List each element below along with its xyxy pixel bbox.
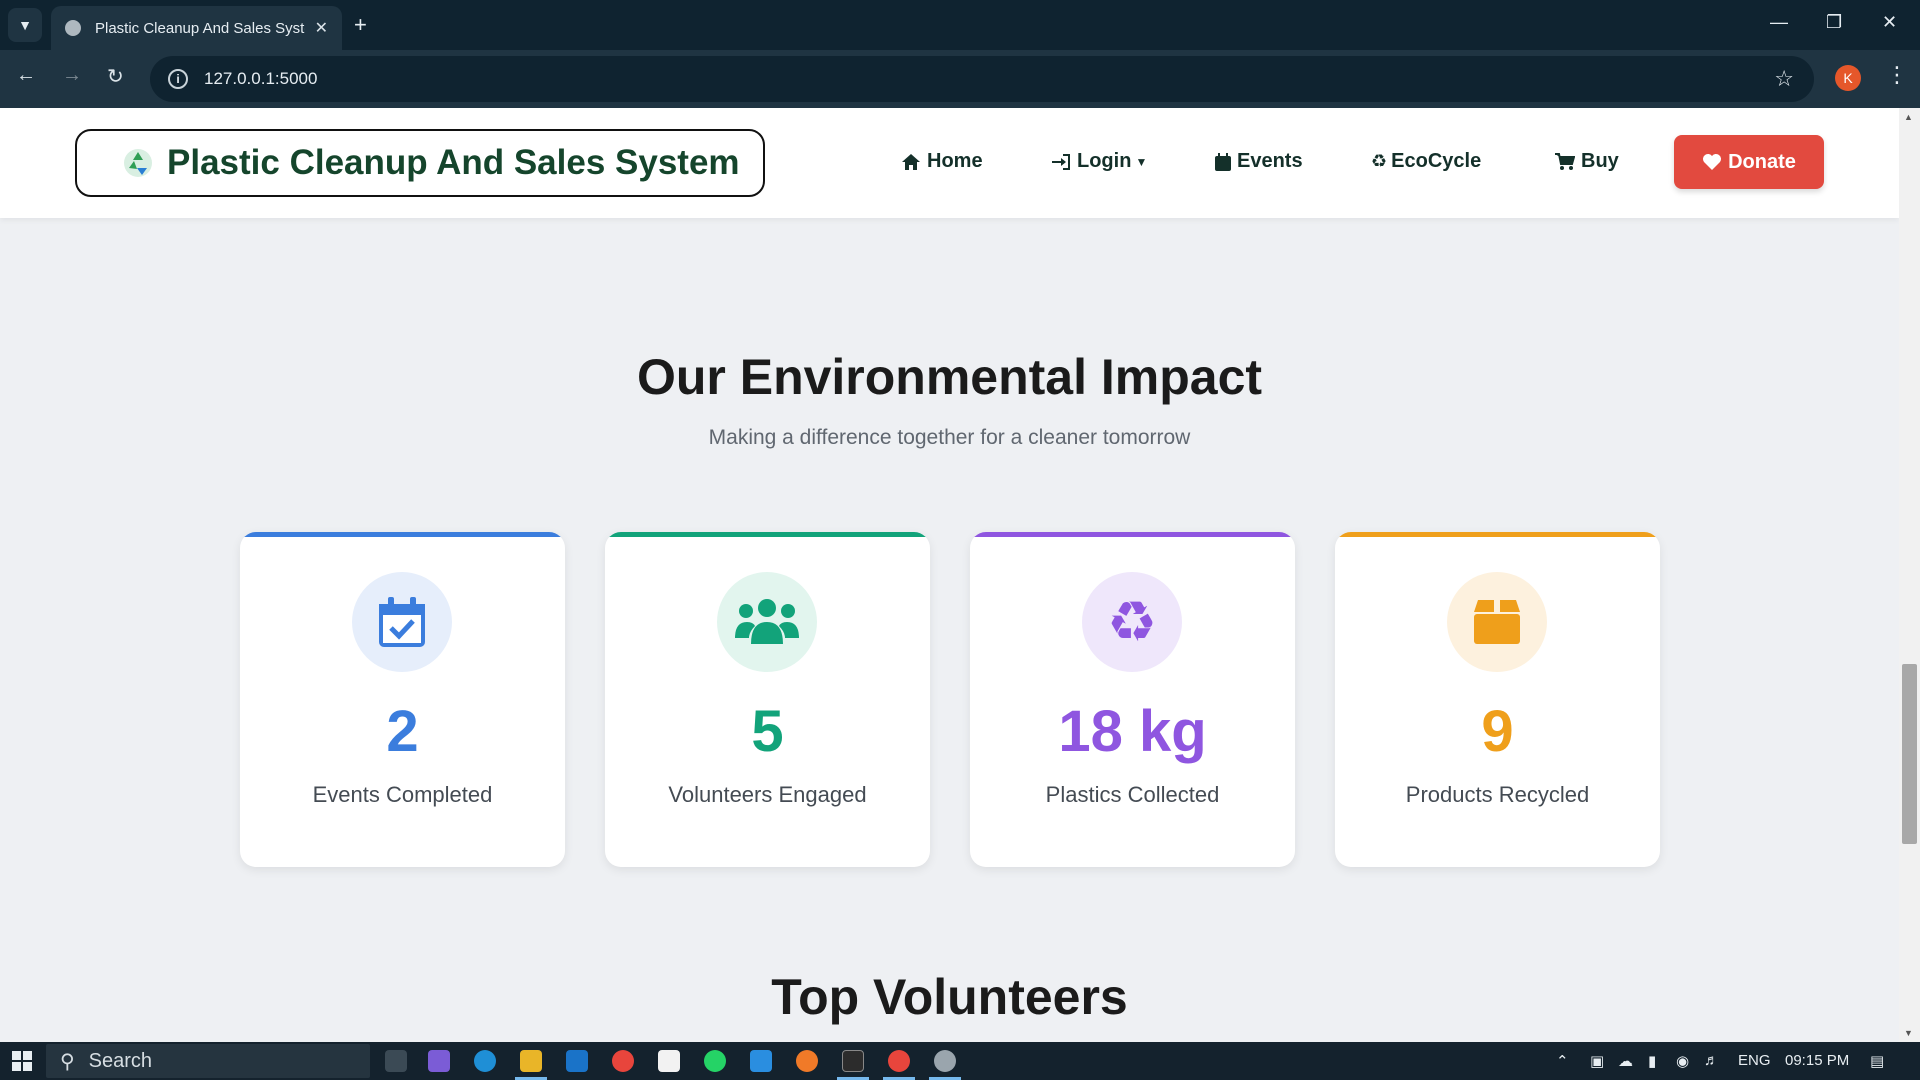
recycle-icon: ♻ — [1371, 151, 1388, 171]
home-icon — [902, 153, 920, 170]
os-taskbar: ⚲ Search ⌃ ▣ ☁ ▮ ◉ ♬ ENG 09:15 PM ▤ — [0, 1042, 1920, 1080]
card-accent-bar — [1335, 532, 1660, 537]
stat-label: Plastics Collected — [1045, 782, 1220, 807]
recycle-logo-icon — [124, 149, 152, 177]
vscode-icon[interactable] — [750, 1050, 772, 1072]
stat-card-plastics: ♻ 18 kg Plastics Collected — [970, 532, 1295, 867]
browser-toolbar: ← → ↻ i 127.0.0.1:5000 ☆ K ⋮ — [0, 50, 1920, 108]
url-text: 127.0.0.1:5000 — [204, 69, 318, 88]
nav-home-label: Home — [927, 150, 983, 172]
outlook-icon[interactable] — [566, 1050, 588, 1072]
nav-login[interactable]: Login ▼ — [1051, 150, 1147, 173]
nav-events[interactable]: Events — [1215, 150, 1303, 173]
store-icon[interactable] — [658, 1050, 680, 1072]
stat-label: Events Completed — [312, 782, 493, 807]
nav-events-label: Events — [1237, 150, 1303, 172]
search-icon: ⚲ — [60, 1050, 75, 1073]
terminal-icon[interactable] — [842, 1050, 864, 1072]
reload-button[interactable]: ↻ — [107, 64, 124, 89]
network-icon[interactable]: ◉ — [1676, 1052, 1689, 1070]
chrome-icon[interactable] — [612, 1050, 634, 1072]
back-button[interactable]: ← — [16, 64, 36, 87]
firefox-icon[interactable] — [796, 1050, 818, 1072]
stat-label: Products Recycled — [1405, 782, 1590, 807]
restore-button[interactable]: ❐ — [1826, 12, 1842, 33]
globe-icon — [65, 20, 81, 36]
address-bar[interactable]: i 127.0.0.1:5000 ☆ — [150, 56, 1814, 102]
site-header: Plastic Cleanup And Sales System Home Lo… — [0, 108, 1899, 218]
scroll-down-icon[interactable]: ▼ — [1904, 1028, 1913, 1038]
page-viewport: Plastic Cleanup And Sales System Home Lo… — [0, 108, 1920, 1042]
nav-login-label: Login — [1077, 150, 1132, 172]
browser-menu-icon[interactable]: ⋮ — [1886, 62, 1908, 88]
forward-button[interactable]: → — [62, 64, 82, 87]
calendar-check-icon — [352, 572, 452, 672]
recycle-icon: ♻ — [1082, 572, 1182, 672]
card-accent-bar — [970, 532, 1295, 537]
volume-icon[interactable]: ♬ — [1704, 1052, 1719, 1069]
task-view-icon[interactable] — [385, 1050, 407, 1072]
clock[interactable]: 09:15 PM — [1785, 1052, 1849, 1069]
profile-avatar[interactable]: K — [1835, 65, 1861, 91]
stat-card-events: 2 Events Completed — [240, 532, 565, 867]
stat-label: Volunteers Engaged — [668, 782, 867, 807]
box-icon — [1447, 572, 1547, 672]
calendar-icon — [1215, 152, 1231, 171]
sign-in-icon — [1052, 153, 1070, 170]
taskbar-search[interactable]: ⚲ Search — [46, 1044, 370, 1078]
volunteers-title: Top Volunteers — [771, 969, 1128, 1025]
stat-card-volunteers: 5 Volunteers Engaged — [605, 532, 930, 867]
donate-label: Donate — [1728, 150, 1796, 173]
scrollbar-thumb[interactable] — [1902, 664, 1917, 844]
stat-value: 5 — [751, 699, 784, 764]
users-icon — [717, 572, 817, 672]
new-tab-button[interactable]: + — [354, 12, 367, 38]
page-scrollbar[interactable]: ▲ ▼ — [1899, 108, 1920, 1042]
file-explorer-icon[interactable] — [520, 1050, 542, 1072]
card-accent-bar — [605, 532, 930, 537]
site-title: Plastic Cleanup And Sales System — [167, 143, 740, 182]
stat-value: 2 — [386, 699, 419, 764]
stat-value: 9 — [1481, 699, 1514, 764]
caret-down-icon: ▼ — [1135, 154, 1148, 169]
language-indicator[interactable]: ENG — [1738, 1052, 1771, 1069]
bookmark-star-icon[interactable]: ☆ — [1774, 66, 1794, 92]
browser-titlebar: ▼ Plastic Cleanup And Sales System ✕ + —… — [0, 0, 1920, 50]
browser-tab[interactable]: Plastic Cleanup And Sales System ✕ — [51, 6, 342, 50]
notifications-icon[interactable]: ▤ — [1870, 1052, 1884, 1070]
windows-start-icon[interactable] — [12, 1051, 32, 1071]
stat-value: 18 kg — [1058, 699, 1207, 764]
nav-ecocycle[interactable]: ♻ EcoCycle — [1371, 150, 1481, 173]
cart-icon — [1555, 152, 1575, 170]
chrome-active-icon[interactable] — [888, 1050, 910, 1072]
tray-chevron-icon[interactable]: ⌃ — [1556, 1052, 1569, 1070]
nav-ecocycle-label: EcoCycle — [1391, 150, 1482, 172]
battery-icon[interactable]: ▮ — [1648, 1052, 1656, 1070]
nav-buy[interactable]: Buy — [1555, 150, 1619, 173]
onedrive-icon[interactable]: ☁ — [1618, 1052, 1633, 1070]
close-tab-icon[interactable]: ✕ — [315, 18, 328, 38]
edge-icon[interactable] — [474, 1050, 496, 1072]
meet-now-icon[interactable]: ▣ — [1590, 1052, 1604, 1070]
donate-button[interactable]: Donate — [1674, 135, 1824, 189]
nav-buy-label: Buy — [1581, 150, 1619, 172]
close-window-button[interactable]: ✕ — [1882, 12, 1897, 33]
tab-title: Plastic Cleanup And Sales System — [95, 19, 305, 37]
copilot-icon[interactable] — [428, 1050, 450, 1072]
whatsapp-icon[interactable] — [704, 1050, 726, 1072]
minimize-button[interactable]: — — [1770, 12, 1788, 33]
taskbar-search-label: Search — [88, 1049, 153, 1072]
app-icon[interactable] — [934, 1050, 956, 1072]
scroll-up-icon[interactable]: ▲ — [1904, 112, 1913, 122]
brand-logo-box[interactable]: Plastic Cleanup And Sales System — [75, 129, 765, 197]
impact-title: Our Environmental Impact — [636, 349, 1263, 405]
heart-icon — [1703, 154, 1722, 170]
tab-search-button[interactable]: ▼ — [8, 8, 42, 42]
nav-home[interactable]: Home — [901, 150, 983, 173]
site-info-icon[interactable]: i — [168, 69, 188, 89]
impact-subtitle: Making a difference together for a clean… — [708, 426, 1191, 449]
stat-card-products: 9 Products Recycled — [1335, 532, 1660, 867]
card-accent-bar — [240, 532, 565, 537]
